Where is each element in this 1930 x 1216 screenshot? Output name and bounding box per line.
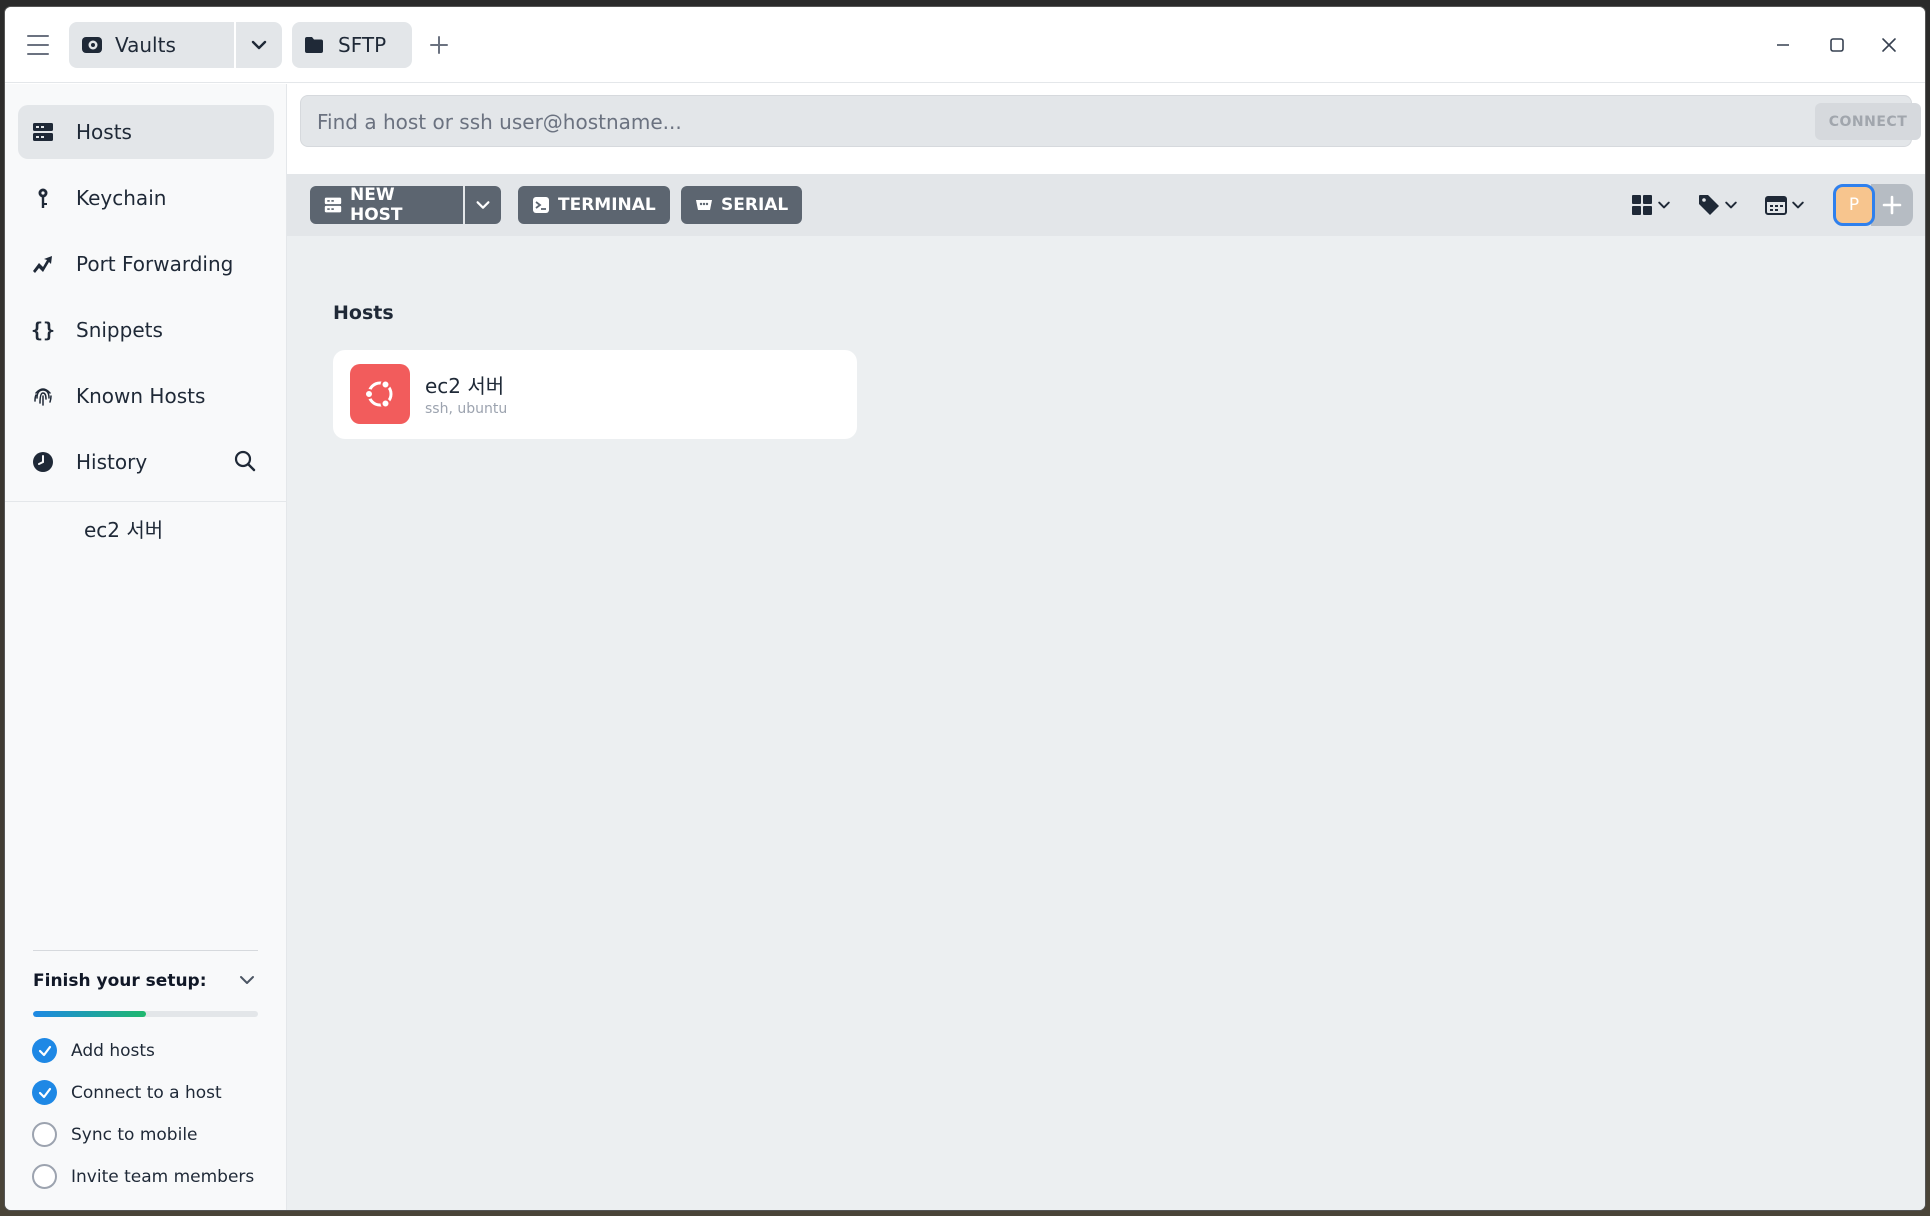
plus-icon xyxy=(428,34,450,56)
tab-sftp[interactable]: SFTP xyxy=(292,22,412,68)
checkmark-icon xyxy=(32,1080,57,1105)
maximize-button[interactable] xyxy=(1823,31,1851,59)
serial-port-icon xyxy=(695,197,713,213)
tag-icon xyxy=(1698,194,1720,216)
new-tab-button[interactable] xyxy=(427,33,451,57)
setup-title: Finish your setup: xyxy=(33,971,207,991)
forward-icon xyxy=(32,253,54,275)
tab-vaults[interactable]: Vaults xyxy=(69,22,234,68)
history-item[interactable]: ec2 서버 xyxy=(84,514,163,543)
server-icon xyxy=(324,196,342,214)
key-icon xyxy=(32,187,54,209)
sidebar: Hosts Keychain Port Forwarding {} Snippe… xyxy=(5,84,287,1210)
host-card[interactable]: ec2 서버 ssh, ubuntu xyxy=(333,350,857,439)
host-name: ec2 서버 xyxy=(425,374,505,398)
sftp-tab-label: SFTP xyxy=(338,33,387,57)
search-area: CONNECT xyxy=(287,84,1925,174)
sidebar-item-known-hosts[interactable]: Known Hosts xyxy=(18,369,274,423)
setup-task-label: Add hosts xyxy=(71,1040,155,1061)
app-window: Vaults SFTP Hosts Keychain Port Forwardi… xyxy=(5,7,1925,1210)
setup-progress-bar xyxy=(33,1011,258,1017)
history-search-button[interactable] xyxy=(233,449,259,475)
setup-task-label: Sync to mobile xyxy=(71,1124,198,1145)
setup-task-label: Connect to a host xyxy=(71,1082,222,1103)
vault-icon xyxy=(81,34,103,56)
sidebar-item-hosts[interactable]: Hosts xyxy=(18,105,274,159)
chevron-down-icon xyxy=(1723,197,1739,213)
sidebar-item-snippets[interactable]: {} Snippets xyxy=(18,303,274,357)
checkmark-icon xyxy=(32,1038,57,1063)
terminal-label: TERMINAL xyxy=(558,195,656,215)
sidebar-item-label: History xyxy=(76,450,148,474)
setup-task-sync-mobile[interactable]: Sync to mobile xyxy=(32,1122,198,1147)
minimize-button[interactable] xyxy=(1769,31,1797,59)
empty-circle-icon xyxy=(32,1122,57,1147)
sidebar-divider xyxy=(5,501,286,502)
chevron-down-icon xyxy=(249,35,269,55)
chevron-down-icon xyxy=(474,196,492,214)
sidebar-item-history[interactable]: History xyxy=(18,435,218,489)
host-subtitle: ssh, ubuntu xyxy=(425,401,508,417)
ubuntu-icon xyxy=(350,364,410,424)
plus-icon xyxy=(1881,194,1903,216)
setup-divider xyxy=(33,950,258,951)
chevron-down-icon xyxy=(237,970,259,990)
new-host-dropdown-button[interactable] xyxy=(465,186,501,224)
serial-label: SERIAL xyxy=(721,195,789,215)
new-host-button[interactable]: NEW HOST xyxy=(310,185,463,225)
braces-icon: {} xyxy=(30,318,56,342)
sidebar-item-label: Hosts xyxy=(76,120,132,144)
terminal-button[interactable]: TERMINAL xyxy=(518,186,670,224)
vault-dropdown-button[interactable] xyxy=(236,22,282,68)
main-content: CONNECT NEW HOST xyxy=(287,84,1925,1210)
setup-progress-fill xyxy=(33,1011,146,1017)
setup-collapse-button[interactable] xyxy=(237,970,259,992)
sidebar-item-label: Port Forwarding xyxy=(76,252,234,276)
setup-task-add-hosts[interactable]: Add hosts xyxy=(32,1038,155,1063)
connect-button[interactable]: CONNECT xyxy=(1815,103,1921,140)
sidebar-item-label: Keychain xyxy=(76,186,167,210)
vault-tab-label: Vaults xyxy=(115,33,176,57)
calendar-icon xyxy=(1765,195,1787,215)
titlebar: Vaults SFTP xyxy=(5,7,1925,83)
setup-task-connect-host[interactable]: Connect to a host xyxy=(32,1080,222,1105)
sidebar-item-label: Snippets xyxy=(76,318,163,342)
close-icon xyxy=(1880,36,1898,54)
search-icon xyxy=(233,449,259,473)
view-mode-button[interactable] xyxy=(1631,191,1672,219)
section-title: Hosts xyxy=(333,302,394,324)
menu-icon[interactable] xyxy=(27,35,49,55)
sidebar-item-port-forwarding[interactable]: Port Forwarding xyxy=(18,237,274,291)
setup-task-label: Invite team members xyxy=(71,1166,255,1187)
empty-circle-icon xyxy=(32,1164,57,1189)
add-member-button[interactable] xyxy=(1871,184,1913,226)
avatar[interactable]: P xyxy=(1833,184,1875,226)
minimize-icon xyxy=(1774,36,1792,54)
grid-icon xyxy=(1631,194,1653,216)
tag-filter-button[interactable] xyxy=(1698,191,1739,219)
serial-button[interactable]: SERIAL xyxy=(681,186,803,224)
chevron-down-icon xyxy=(1656,197,1672,213)
chevron-down-icon xyxy=(1790,197,1806,213)
hosts-toolbar: NEW HOST TERMINAL SERIAL P xyxy=(287,174,1925,236)
setup-task-invite-team[interactable]: Invite team members xyxy=(32,1164,254,1189)
new-host-label: NEW HOST xyxy=(350,185,403,225)
host-search-input[interactable] xyxy=(317,108,1767,136)
sidebar-item-label: Known Hosts xyxy=(76,384,206,408)
folder-icon xyxy=(304,36,324,54)
maximize-icon xyxy=(1828,36,1846,54)
sidebar-item-keychain[interactable]: Keychain xyxy=(18,171,274,225)
server-icon xyxy=(32,121,54,143)
sort-button[interactable] xyxy=(1765,191,1806,219)
terminal-icon xyxy=(532,196,550,214)
search-box: CONNECT xyxy=(300,95,1921,147)
fingerprint-icon xyxy=(32,385,54,407)
close-button[interactable] xyxy=(1875,31,1903,59)
clock-icon xyxy=(32,451,54,473)
